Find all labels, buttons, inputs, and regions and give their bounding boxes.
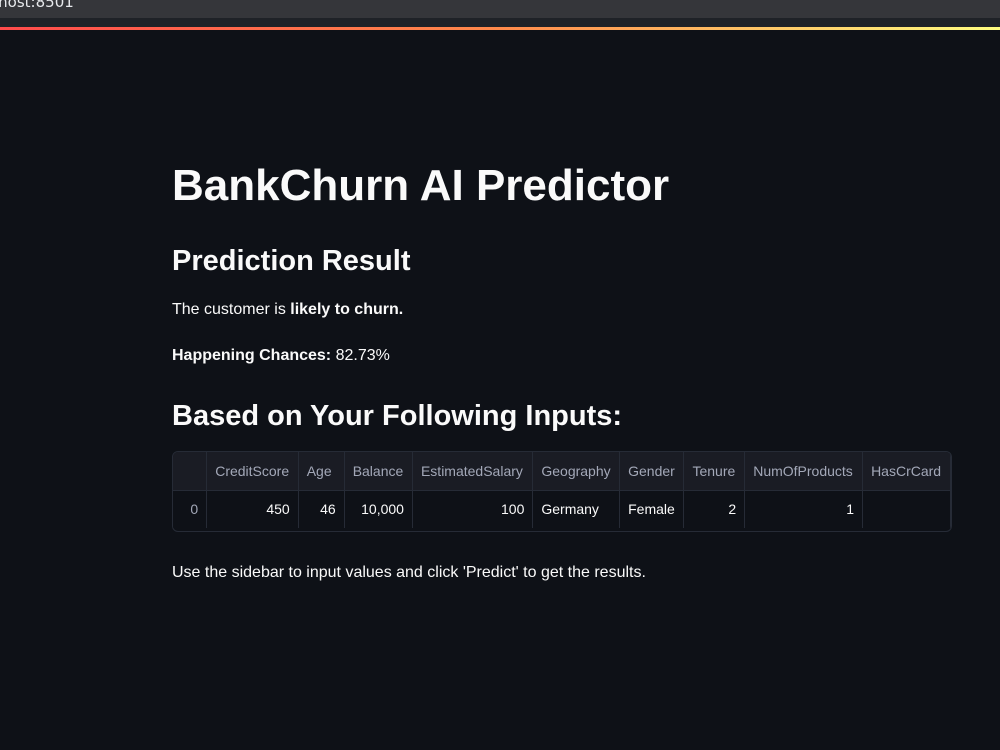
cell-balance[interactable]: 10,000 (344, 490, 413, 528)
inputs-header: Based on Your Following Inputs: (172, 400, 623, 432)
table-header-row: CreditScore Age Balance EstimatedSalary … (173, 452, 951, 491)
column-header-hascrcard[interactable]: HasCrCard (862, 452, 951, 491)
chance-value: 82.73% (331, 347, 390, 364)
prediction-result-header: Prediction Result (172, 245, 411, 277)
browser-divider (0, 18, 1000, 27)
column-header-index[interactable] (173, 452, 208, 491)
column-header-age[interactable]: Age (298, 452, 345, 491)
column-header-estimatedsalary[interactable]: EstimatedSalary (412, 452, 534, 491)
page-title: BankChurn AI Predictor (172, 161, 670, 210)
cell-gender[interactable]: Female (619, 490, 685, 528)
cell-age[interactable]: 46 (298, 490, 345, 528)
sidebar-instruction: Use the sidebar to input values and clic… (172, 564, 646, 581)
happening-chances: Happening Chances: 82.73% (172, 345, 390, 367)
browser-toolbar: lhost:8501 (0, 0, 1000, 18)
address-bar-text[interactable]: lhost:8501 (0, 0, 74, 11)
column-header-numofproducts[interactable]: NumOfProducts (744, 452, 864, 491)
column-header-geography[interactable]: Geography (532, 452, 621, 491)
inputs-dataframe[interactable]: CreditScore Age Balance EstimatedSalary … (172, 451, 952, 532)
result-prefix: The customer is (172, 301, 291, 318)
app-decoration-bar (0, 27, 1000, 30)
column-header-creditscore[interactable]: CreditScore (206, 452, 299, 491)
row-index[interactable]: 0 (173, 490, 208, 528)
column-header-gender[interactable]: Gender (619, 452, 685, 491)
column-header-tenure[interactable]: Tenure (683, 452, 746, 491)
cell-creditscore[interactable]: 450 (206, 490, 299, 528)
result-value: likely to churn. (290, 301, 404, 318)
cell-geography[interactable]: Germany (532, 490, 621, 528)
prediction-result-text: The customer is likely to churn. (172, 299, 403, 321)
cell-estimatedsalary[interactable]: 100 (412, 490, 534, 528)
cell-numofproducts[interactable]: 1 (744, 490, 864, 528)
cell-tenure[interactable]: 2 (683, 490, 746, 528)
chance-label: Happening Chances: (172, 347, 332, 364)
column-header-balance[interactable]: Balance (344, 452, 413, 491)
inputs-table: CreditScore Age Balance EstimatedSalary … (173, 452, 951, 528)
table-row: 0 450 46 10,000 100 Germany Female 2 1 (173, 490, 951, 528)
cell-hascrcard[interactable] (862, 490, 951, 528)
